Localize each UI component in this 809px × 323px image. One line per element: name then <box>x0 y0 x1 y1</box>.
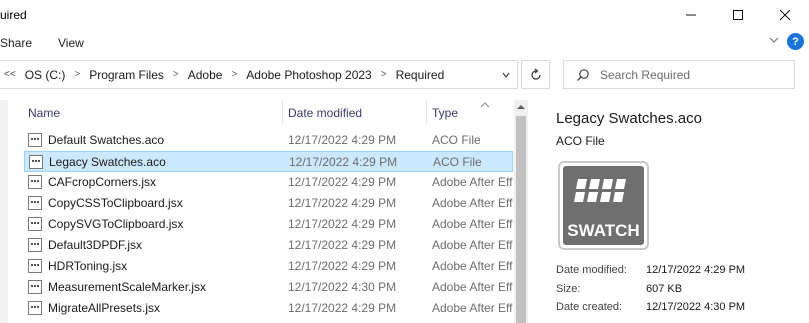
file-date-modified: 12/17/2022 4:30 PM <box>288 280 397 294</box>
help-button[interactable]: ? <box>787 33 804 50</box>
tab-share[interactable]: Share <box>0 36 32 50</box>
search-box[interactable]: Search Required <box>563 60 795 89</box>
details-size-label: Size: <box>556 283 581 295</box>
breadcrumb-required[interactable]: Required <box>396 68 445 82</box>
refresh-button[interactable] <box>521 60 550 89</box>
details-created-label: Date created: <box>556 301 623 313</box>
file-row[interactable]: MigrateAllPresets.jsx 12/17/2022 4:29 PM A… <box>24 298 513 319</box>
scrollbar-thumb[interactable] <box>516 116 526 323</box>
column-header-type[interactable]: Type <box>432 106 458 120</box>
details-created-value: 12/17/2022 4:30 PM <box>646 301 746 313</box>
file-date-modified: 12/17/2022 4:29 PM <box>288 259 397 273</box>
navigation-pane[interactable] <box>0 100 8 323</box>
file-type: Adobe After Eff <box>432 259 513 273</box>
script-file-icon <box>28 196 42 210</box>
window-title: uired <box>0 8 27 22</box>
breadcrumb-adobe-photoshop-2023[interactable]: Adobe Photoshop 2023 <box>246 68 371 82</box>
swatch-file-icon <box>28 133 42 147</box>
details-modified-value: 12/17/2022 4:29 PM <box>646 264 746 276</box>
file-name[interactable]: MeasurementScaleMarker.jsx <box>48 280 206 294</box>
column-divider[interactable] <box>426 100 427 125</box>
minimize-icon <box>686 14 696 16</box>
file-type: ACO File <box>432 133 481 147</box>
file-row[interactable]: Legacy Swatches.aco 12/17/2022 4:29 PM ACO… <box>24 151 513 172</box>
file-date-modified: 12/17/2022 4:29 PM <box>288 196 397 210</box>
script-file-icon <box>28 259 42 273</box>
breadcrumb-separator-icon[interactable]: > <box>173 69 179 80</box>
file-type: Adobe After Eff <box>432 217 513 231</box>
tab-view[interactable]: View <box>58 36 84 50</box>
maximize-button[interactable] <box>715 0 761 30</box>
details-file-type: ACO File <box>556 134 605 148</box>
overflow-chevron-icon[interactable]: << <box>4 69 16 80</box>
file-type: Adobe After Eff <box>432 238 513 252</box>
breadcrumb-separator-icon[interactable]: > <box>381 69 387 80</box>
file-name[interactable]: CAFcropCorners.jsx <box>48 175 156 189</box>
file-type: Adobe After Eff <box>432 175 513 189</box>
file-date-modified: 12/17/2022 4:29 PM <box>288 238 397 252</box>
file-name[interactable]: CopyCSSToClipboard.jsx <box>48 196 183 210</box>
file-type: ACO File <box>433 155 482 169</box>
help-icon: ? <box>792 35 799 48</box>
swatch-file-icon <box>29 155 43 169</box>
maximize-icon <box>733 10 743 20</box>
file-name[interactable]: Legacy Swatches.aco <box>49 155 166 169</box>
sort-ascending-icon <box>480 97 490 111</box>
search-icon <box>577 68 589 81</box>
script-file-icon <box>28 280 42 294</box>
chevron-down-icon <box>769 37 779 43</box>
scroll-up-icon <box>517 105 525 109</box>
file-date-modified: 12/17/2022 4:29 PM <box>288 133 397 147</box>
file-row[interactable]: Default Swatches.aco 12/17/2022 4:29 PM AC… <box>24 130 513 151</box>
file-name[interactable]: CopySVGToClipboard.jsx <box>48 217 183 231</box>
breadcrumb-adobe[interactable]: Adobe <box>188 68 223 82</box>
column-header-date-modified[interactable]: Date modified <box>288 106 362 120</box>
chevron-down-icon <box>502 72 510 78</box>
file-type: Adobe After Eff <box>432 280 513 294</box>
details-file-name: Legacy Swatches.aco <box>556 110 702 127</box>
column-divider[interactable] <box>282 100 283 125</box>
file-row[interactable]: CAFcropCorners.jsx 12/17/2022 4:29 PM Adob… <box>24 172 513 193</box>
close-icon <box>779 9 791 21</box>
refresh-icon <box>530 68 541 80</box>
breadcrumb-program-files[interactable]: Program Files <box>89 68 164 82</box>
file-date-modified: 12/17/2022 4:29 PM <box>288 301 397 315</box>
details-size-value: 607 KB <box>646 283 683 295</box>
file-row[interactable]: Default3DPDF.jsx 12/17/2022 4:29 PM Adobe … <box>24 235 513 256</box>
swatch-file-icon: SWATCH <box>558 161 649 250</box>
file-name[interactable]: HDRToning.jsx <box>48 259 127 273</box>
file-date-modified: 12/17/2022 4:29 PM <box>289 155 398 169</box>
close-button[interactable] <box>762 0 808 30</box>
address-bar[interactable]: << OS (C:) > Program Files > Adobe > Ado… <box>0 60 518 89</box>
file-type: Adobe After Eff <box>432 301 513 315</box>
file-date-modified: 12/17/2022 4:29 PM <box>288 175 397 189</box>
file-row[interactable]: CopySVGToClipboard.jsx 12/17/2022 4:29 PM… <box>24 214 513 235</box>
breadcrumb-separator-icon[interactable]: > <box>74 69 80 80</box>
script-file-icon <box>28 238 42 252</box>
search-input[interactable]: Search Required <box>600 68 690 82</box>
minimize-button[interactable] <box>668 0 714 30</box>
file-date-modified: 12/17/2022 4:29 PM <box>288 217 397 231</box>
column-header-name[interactable]: Name <box>28 106 60 120</box>
script-file-icon <box>28 217 42 231</box>
address-dropdown-button[interactable] <box>495 62 517 87</box>
expand-ribbon-button[interactable] <box>768 34 780 49</box>
file-name[interactable]: Default3DPDF.jsx <box>48 238 142 252</box>
file-row[interactable]: HDRToning.jsx 12/17/2022 4:29 PM Adobe Aft… <box>24 256 513 277</box>
file-row[interactable]: CopyCSSToClipboard.jsx 12/17/2022 4:29 PM… <box>24 193 513 214</box>
scroll-up-button[interactable] <box>514 100 528 114</box>
file-name[interactable]: Default Swatches.aco <box>48 133 164 147</box>
file-name[interactable]: MigrateAllPresets.jsx <box>48 301 160 315</box>
breadcrumb-separator-icon[interactable]: > <box>231 69 237 80</box>
details-modified-label: Date modified: <box>556 264 627 276</box>
file-row[interactable]: MeasurementScaleMarker.jsx 12/17/2022 4:3… <box>24 277 513 298</box>
script-file-icon <box>28 301 42 315</box>
file-type: Adobe After Eff <box>432 196 513 210</box>
swatch-icon-label: SWATCH <box>567 221 639 240</box>
script-file-icon <box>28 175 42 189</box>
breadcrumb-os-c[interactable]: OS (C:) <box>25 68 66 82</box>
